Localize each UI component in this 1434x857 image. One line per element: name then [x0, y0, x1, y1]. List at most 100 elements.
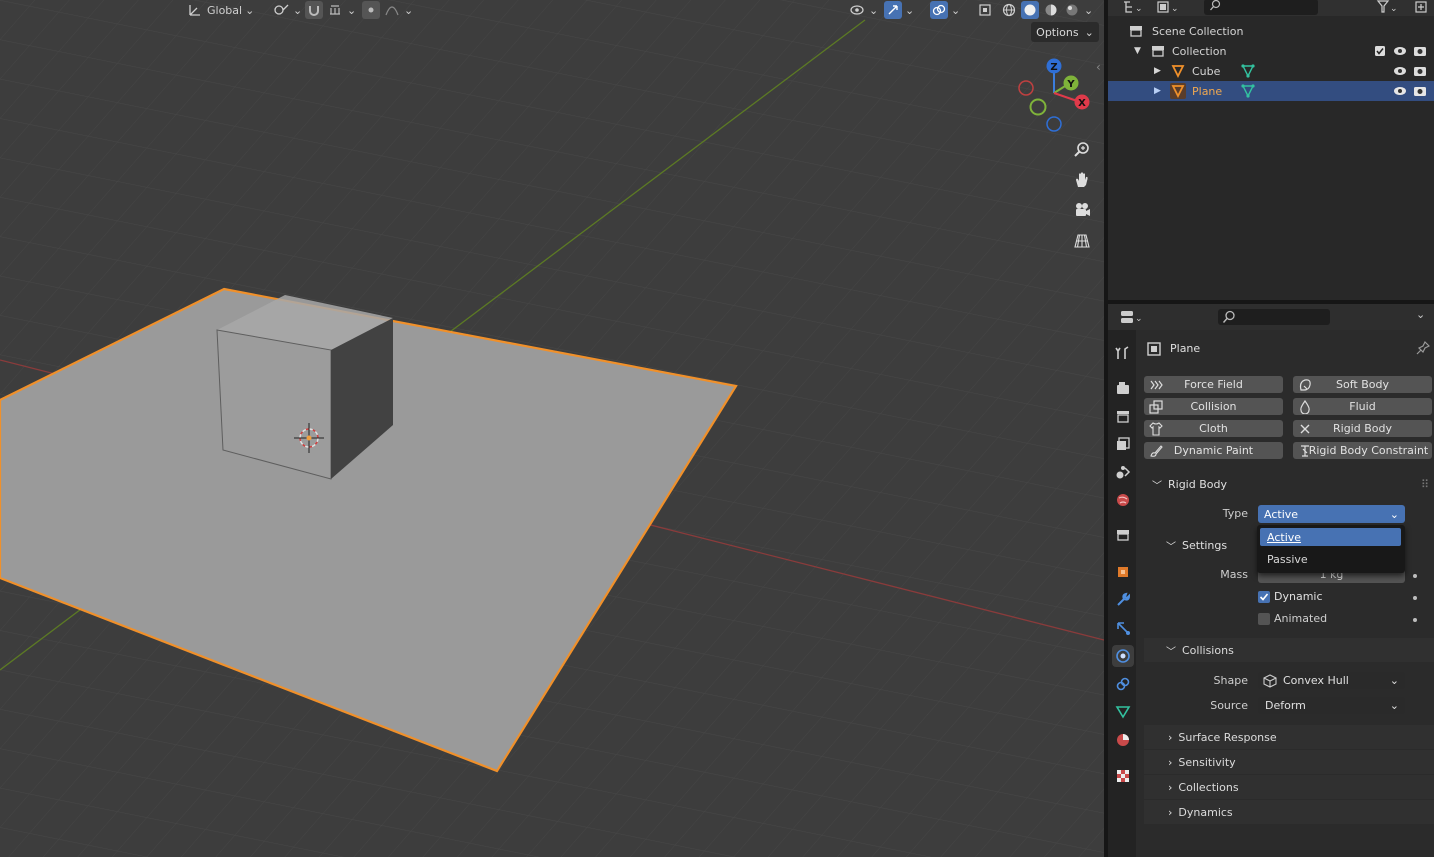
keyframe-dot-icon[interactable]	[1413, 618, 1417, 622]
exclude-checkbox-icon[interactable]	[1372, 43, 1388, 59]
overlays-menu[interactable]: ⌄	[930, 0, 960, 20]
disclosure-collapsed-icon[interactable]: ▶	[1154, 86, 1161, 96]
display-mode-icon[interactable]: ⌄	[1156, 0, 1180, 17]
perspective-grid-icon[interactable]	[1068, 227, 1096, 255]
eye-icon[interactable]	[1392, 43, 1408, 59]
rigid-body-constraint-button[interactable]: Rigid Body Constraint	[1293, 442, 1432, 459]
svg-text:⌄: ⌄	[1135, 4, 1142, 14]
outliner[interactable]: ⌄ ⌄ ⌄ Scene Collection ▼ Collection ▶ Cu…	[1108, 0, 1434, 300]
pivot-point-menu[interactable]: ⌄	[272, 0, 302, 20]
animated-checkbox[interactable]	[1258, 613, 1270, 625]
modifiers-wrench-icon[interactable]	[1112, 589, 1134, 611]
collection-tab-icon[interactable]	[1112, 524, 1134, 546]
eye-icon[interactable]	[1392, 83, 1408, 99]
viewport-scene[interactable]	[0, 0, 1104, 857]
texture-tab-icon[interactable]	[1112, 765, 1134, 787]
brush-icon	[1148, 443, 1164, 459]
disclosure-collapsed-icon[interactable]: ▶	[1154, 66, 1161, 76]
shading-modes[interactable]: ⌄	[1000, 0, 1093, 20]
dynamic-checkbox[interactable]	[1258, 591, 1270, 603]
chevron-down-icon: ﹀	[1152, 480, 1162, 492]
gizmo-neg-z[interactable]	[1046, 116, 1062, 132]
material-preview-icon[interactable]	[1042, 1, 1060, 19]
tool-tab-icon[interactable]	[1112, 342, 1134, 364]
chevron-right-icon: ›	[1168, 780, 1173, 794]
fluid-button[interactable]: Fluid	[1293, 398, 1432, 415]
keyframe-dot-icon[interactable]	[1413, 574, 1417, 578]
rigid-body-button[interactable]: Rigid Body	[1293, 420, 1432, 437]
cloth-button[interactable]: Cloth	[1144, 420, 1283, 437]
dynamics-subpanel-header[interactable]: › Dynamics	[1144, 800, 1434, 824]
zoom-icon[interactable]	[1068, 136, 1096, 164]
keyframe-dot-icon[interactable]	[1413, 596, 1417, 600]
transform-orientation-menu[interactable]: Global ⌄	[186, 0, 254, 20]
collisions-subpanel-header[interactable]: ﹀ Collisions	[1144, 638, 1434, 662]
type-option-active[interactable]: Active	[1260, 528, 1401, 546]
type-option-passive[interactable]: Passive	[1260, 550, 1401, 568]
world-tab-icon[interactable]	[1112, 489, 1134, 511]
chevron-down-icon: ⌄	[347, 3, 357, 17]
camera-view-icon[interactable]	[1068, 196, 1096, 224]
visibility-menu[interactable]: ⌄	[848, 0, 878, 20]
physics-tab-icon[interactable]	[1112, 645, 1134, 667]
rendered-shading-icon[interactable]	[1063, 1, 1081, 19]
fluid-label: Fluid	[1349, 400, 1376, 413]
options-button[interactable]: Options ⌄	[1031, 22, 1099, 42]
shape-select[interactable]: Convex Hull ⌄	[1258, 672, 1405, 689]
outliner-row-scene-collection[interactable]: Scene Collection	[1108, 21, 1434, 41]
rigid-body-panel-header[interactable]: ﹀ Rigid Body ⠿	[1144, 472, 1434, 496]
properties-search-input[interactable]	[1218, 309, 1330, 325]
wireframe-shading-icon[interactable]	[1000, 1, 1018, 19]
drag-handle-icon[interactable]: ⠿	[1421, 478, 1429, 491]
pan-hand-icon[interactable]	[1068, 166, 1096, 194]
outliner-row-plane[interactable]: ▶ Plane	[1108, 81, 1434, 101]
snap-toggle[interactable]: ⌄	[305, 0, 356, 20]
editor-type-icon[interactable]: ⌄	[1120, 309, 1146, 328]
camera-render-icon[interactable]	[1412, 43, 1428, 59]
properties-editor[interactable]: ⌄ ⌄ Plane Force Field Soft Body Collisio…	[1108, 304, 1434, 857]
chevron-down-icon: ⌄	[1389, 699, 1399, 712]
eye-icon[interactable]	[1392, 63, 1408, 79]
source-select[interactable]: Deform ⌄	[1258, 697, 1405, 714]
view-layer-tab-icon[interactable]	[1112, 433, 1134, 455]
dynamic-paint-button[interactable]: Dynamic Paint	[1144, 442, 1283, 459]
xray-toggle[interactable]	[976, 0, 994, 20]
gizmo-neg-x[interactable]	[1018, 80, 1034, 96]
filter-icon[interactable]: ⌄	[1376, 0, 1400, 17]
object-label-cube: Cube	[1192, 64, 1221, 78]
collections-subpanel-header[interactable]: › Collections	[1144, 775, 1434, 799]
navigation-gizmo[interactable]: Z Y X	[1012, 55, 1098, 135]
data-tab-icon[interactable]	[1112, 701, 1134, 723]
mesh-data-icon[interactable]	[1240, 83, 1256, 99]
new-collection-icon[interactable]	[1414, 0, 1430, 17]
pin-icon[interactable]	[1416, 340, 1431, 358]
type-select[interactable]: Active ⌄	[1258, 505, 1405, 523]
surface-response-subpanel-header[interactable]: › Surface Response	[1144, 725, 1434, 749]
3d-viewport[interactable]: Global ⌄ ⌄ ⌄ ⌄ ⌄ ⌄ ⌄ ⌄ Options ⌄ ‹ Z Y X	[0, 0, 1104, 857]
solid-shading-icon[interactable]	[1021, 1, 1039, 19]
proportional-editing[interactable]: ⌄	[362, 0, 413, 20]
editor-type-icon[interactable]: ⌄	[1122, 0, 1143, 17]
constraints-tab-icon[interactable]	[1112, 673, 1134, 695]
sensitivity-subpanel-header[interactable]: › Sensitivity	[1144, 750, 1434, 774]
output-tab-icon[interactable]	[1112, 405, 1134, 427]
soft-body-button[interactable]: Soft Body	[1293, 376, 1432, 393]
particles-tab-icon[interactable]	[1112, 617, 1134, 639]
object-tab-icon[interactable]	[1112, 561, 1134, 583]
chevron-down-icon[interactable]: ⌄	[1084, 4, 1093, 17]
force-field-button[interactable]: Force Field	[1144, 376, 1283, 393]
disclosure-expanded-icon[interactable]: ▼	[1134, 46, 1141, 56]
chevron-down-icon[interactable]: ⌄	[1416, 308, 1425, 321]
material-tab-icon[interactable]	[1112, 729, 1134, 751]
mesh-data-icon[interactable]	[1240, 63, 1256, 79]
outliner-row-collection[interactable]: ▼ Collection	[1108, 41, 1434, 61]
scene-tab-icon[interactable]	[1112, 461, 1134, 483]
outliner-search-input[interactable]	[1204, 0, 1318, 15]
collision-button[interactable]: Collision	[1144, 398, 1283, 415]
outliner-row-cube[interactable]: ▶ Cube	[1108, 61, 1434, 81]
gizmo-neg-y[interactable]	[1029, 98, 1047, 116]
gizmo-menu[interactable]: ⌄	[884, 0, 914, 20]
camera-render-icon[interactable]	[1412, 83, 1428, 99]
camera-render-icon[interactable]	[1412, 63, 1428, 79]
render-tab-icon[interactable]	[1112, 377, 1134, 399]
